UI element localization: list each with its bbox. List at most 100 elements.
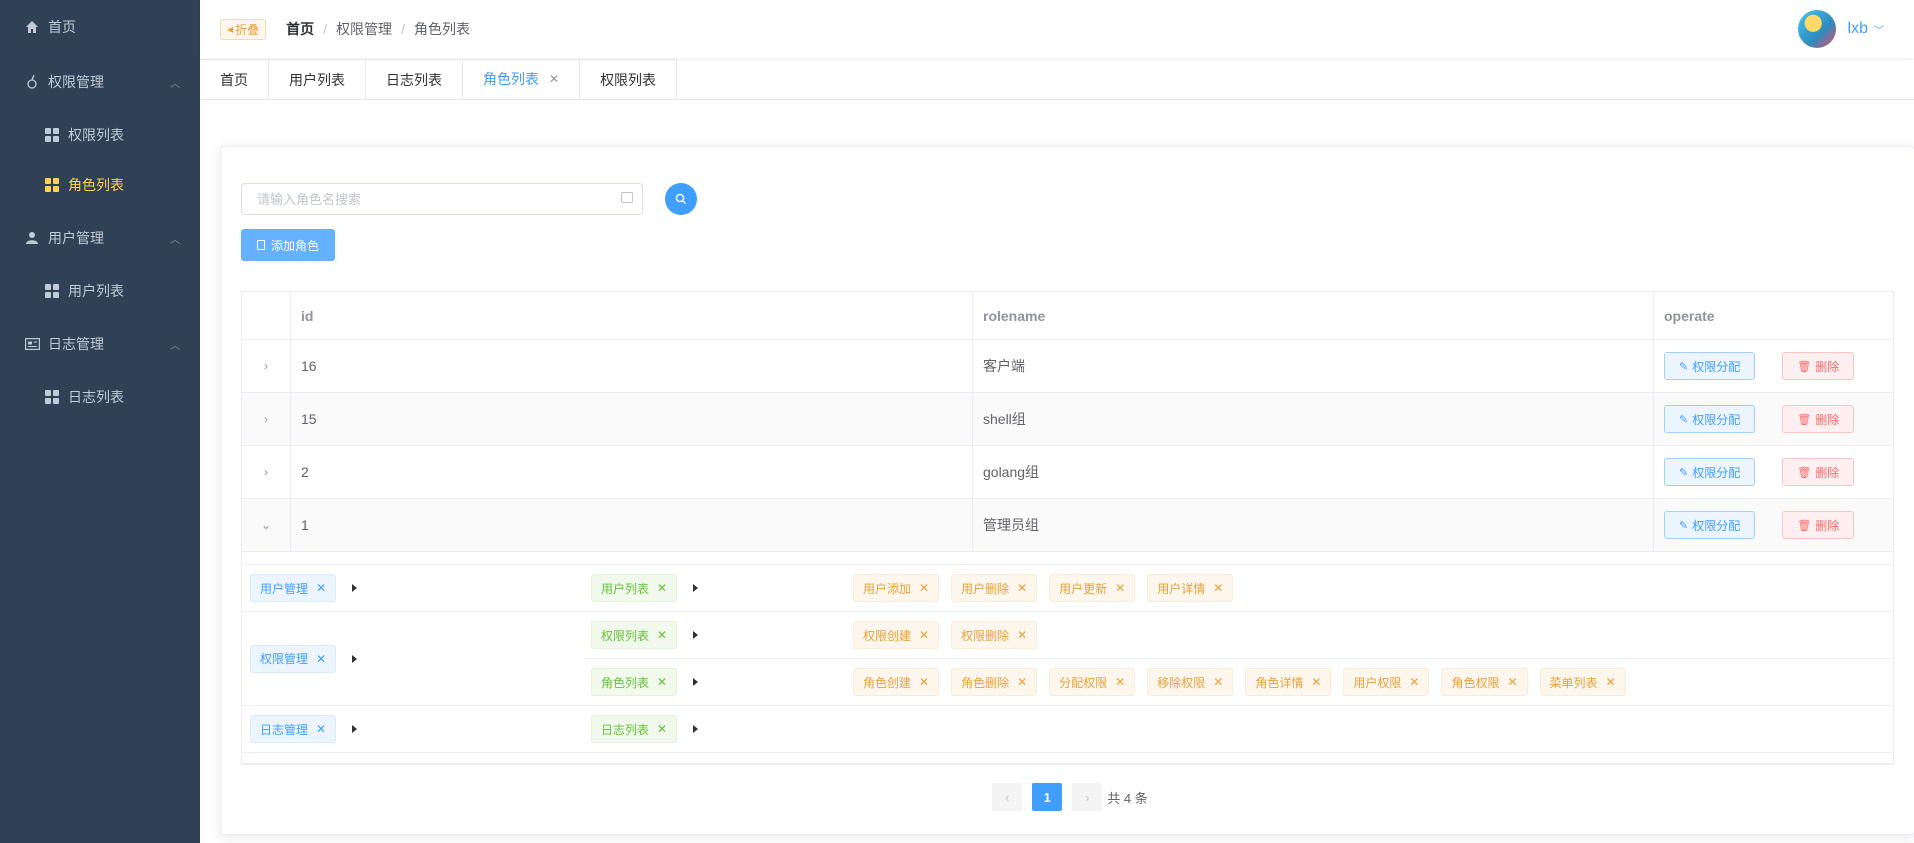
close-icon[interactable]: ✕ [1017, 628, 1027, 642]
total-count: 共 4 条 [1107, 790, 1148, 806]
trash-icon: 🗑 [1797, 466, 1812, 479]
caret-right-icon [693, 584, 699, 592]
close-icon[interactable]: ✕ [1017, 675, 1027, 689]
table-row-expanded: ⌄ 1 管理员组 ✎ 权限分配 🗑 删除 [242, 499, 1893, 552]
assign-permission-button[interactable]: ✎ 权限分配 [1664, 405, 1756, 433]
sidebar-group-user[interactable]: 用户管理 ︿ [0, 210, 200, 266]
sidebar-group-permission[interactable]: 权限管理 ︿ [0, 54, 200, 110]
close-icon[interactable]: ✕ [316, 652, 326, 666]
sidebar-item-permission-list[interactable]: 权限列表 [0, 110, 200, 160]
permission-tag-level3: 权限创建 ✕ [853, 621, 940, 649]
cell-operate: ✎ 权限分配 🗑 删除 [1654, 446, 1893, 498]
delete-label: 删除 [1815, 465, 1840, 480]
column-header-rolename: rolename [973, 292, 1654, 339]
user-menu[interactable]: lxb ﹀ [1797, 10, 1884, 48]
tag-label: 菜单列表 [1549, 675, 1598, 690]
close-icon[interactable]: ✕ [1606, 675, 1616, 689]
tag-label: 用户管理 [260, 581, 309, 596]
close-icon[interactable]: ✕ [1017, 581, 1027, 595]
sidebar-item-role-list[interactable]: 角色列表 [0, 160, 200, 210]
close-icon[interactable]: ✕ [919, 675, 929, 689]
close-icon[interactable]: ✕ [316, 581, 326, 595]
cell-id: 2 [291, 446, 973, 498]
sidebar-item-label: 权限列表 [68, 127, 124, 143]
close-icon[interactable]: ✕ [657, 628, 667, 642]
permission-tag-level3: 角色创建 ✕ [853, 668, 940, 696]
search-button[interactable] [665, 183, 697, 215]
tab-user-list[interactable]: 用户列表 [269, 59, 366, 99]
avatar[interactable] [1797, 10, 1836, 48]
chevron-down-icon[interactable]: ⌄ [242, 499, 291, 551]
tag-label: 用户删除 [961, 581, 1010, 596]
sidebar-item-home[interactable]: 首页 [0, 0, 200, 54]
close-icon[interactable]: ✕ [1115, 581, 1125, 595]
permission-leaf-list: 权限创建 ✕ 权限删除 ✕ [853, 621, 1893, 649]
assign-permission-button[interactable]: ✎ 权限分配 [1664, 352, 1756, 380]
close-icon[interactable]: ✕ [1115, 675, 1125, 689]
permission-tag-level3: 角色详情 ✕ [1245, 668, 1332, 696]
delete-button[interactable]: 🗑 删除 [1782, 458, 1855, 486]
table-header: id rolename operate [242, 292, 1893, 340]
delete-label: 删除 [1815, 518, 1840, 533]
cell-rolename: 客户端 [973, 340, 1654, 392]
permission-tag-level2: 日志列表 ✕ [591, 715, 678, 743]
permission-tag-level3: 角色权限 ✕ [1441, 668, 1528, 696]
breadcrumb-item: 角色列表 [413, 21, 470, 37]
close-icon[interactable]: ✕ [1507, 675, 1517, 689]
close-icon[interactable]: ✕ [657, 675, 667, 689]
delete-button[interactable]: 🗑 删除 [1782, 405, 1855, 433]
sidebar-item-user-list[interactable]: 用户列表 [0, 266, 200, 316]
page-number[interactable]: 1 [1032, 783, 1063, 811]
delete-label: 删除 [1815, 412, 1840, 427]
close-icon[interactable]: ✕ [316, 722, 326, 736]
add-role-button[interactable]: 添加角色 [241, 229, 336, 261]
tab-log-list[interactable]: 日志列表 [366, 59, 463, 99]
tag-label: 角色权限 [1451, 675, 1500, 690]
assign-permission-button[interactable]: ✎ 权限分配 [1664, 458, 1756, 486]
breadcrumb-item-home[interactable]: 首页 [286, 19, 314, 39]
tab-permission-list[interactable]: 权限列表 [580, 59, 678, 99]
tag-label: 分配权限 [1059, 675, 1108, 690]
sidebar-item-label: 首页 [48, 19, 76, 35]
tab-label: 日志列表 [386, 71, 442, 88]
permission-tag-level2: 权限列表 ✕ [591, 621, 678, 649]
chevron-up-icon: ︿ [170, 234, 180, 246]
assign-permission-button[interactable]: ✎ 权限分配 [1664, 511, 1756, 539]
collapse-button[interactable]: ◀ 折叠 [220, 18, 267, 40]
close-icon[interactable]: ✕ [1311, 675, 1321, 689]
search-input[interactable] [241, 183, 643, 215]
sidebar-group-log[interactable]: 日志管理 ︿ [0, 316, 200, 372]
sidebar-item-log-list[interactable]: 日志列表 [0, 372, 200, 422]
tab-role-list[interactable]: 角色列表 ✕ [463, 59, 581, 99]
permission-leaf-list: 角色创建 ✕ 角色删除 ✕ 分配权限 ✕ 移除权限 ✕ 角色详情 ✕ 用户权限 ✕ 角色权限… [853, 668, 1893, 696]
close-icon[interactable]: ✕ [657, 722, 667, 736]
close-icon[interactable]: ✕ [919, 628, 929, 642]
delete-button[interactable]: 🗑 删除 [1782, 511, 1855, 539]
close-icon[interactable]: ✕ [549, 72, 559, 86]
chevron-right-icon[interactable]: › [242, 446, 291, 498]
close-icon[interactable]: ✕ [1213, 581, 1223, 595]
tag-label: 用户添加 [863, 581, 912, 596]
close-icon[interactable]: ✕ [657, 581, 667, 595]
delete-button[interactable]: 🗑 删除 [1782, 352, 1855, 380]
tab-home[interactable]: 首页 [200, 59, 269, 99]
close-icon[interactable]: ✕ [1409, 675, 1419, 689]
lock-icon [24, 74, 40, 90]
tag-label: 日志管理 [260, 722, 309, 737]
cell-rolename: shell组 [973, 393, 1654, 445]
chevron-right-icon[interactable]: › [242, 340, 291, 392]
caret-left-icon: ◀ [227, 24, 234, 34]
trash-icon: 🗑 [1797, 519, 1812, 532]
caret-right-icon [693, 725, 699, 733]
tag-label: 角色删除 [961, 675, 1010, 690]
cell-id: 1 [291, 499, 973, 551]
chevron-up-icon: ︿ [170, 340, 180, 352]
permission-group-row: 权限管理 ✕ 权限列表 ✕ 权限创建 ✕ 权限删除 ✕ 角色列表 ✕ 角色创建 … [242, 611, 1893, 705]
chevron-right-icon[interactable]: › [242, 393, 291, 445]
close-icon[interactable]: ✕ [919, 581, 929, 595]
prev-page-button[interactable]: ‹ [992, 783, 1023, 811]
permission-tag-level3: 用户添加 ✕ [853, 574, 940, 602]
next-page-button[interactable]: › [1072, 783, 1103, 811]
close-icon[interactable]: ✕ [1213, 675, 1223, 689]
permission-child-cell: 角色列表 ✕ [583, 668, 853, 696]
